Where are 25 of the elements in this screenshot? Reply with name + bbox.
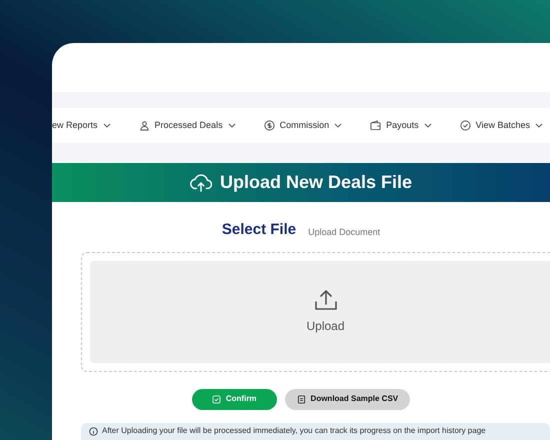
upload-icon: [314, 288, 338, 310]
section-subtitle: Upload Document: [308, 226, 380, 239]
caret-icon: [535, 123, 543, 128]
upload-label: Upload: [306, 318, 345, 334]
nav-menu-item[interactable]: Payouts: [370, 118, 432, 132]
download-sample-button[interactable]: Download Sample CSV: [284, 388, 410, 410]
check-square-icon: [212, 394, 221, 404]
info-icon: [89, 426, 98, 436]
info-text: After Uploading your file will be processed immediately, you can track its progress on the import history page: [102, 426, 486, 436]
caret-icon: [334, 123, 342, 128]
check-circle-icon: [460, 120, 471, 131]
section-title: Select File: [222, 220, 296, 240]
caret-icon: [228, 123, 236, 128]
caret-icon: [102, 123, 111, 128]
banner-title: Upload New Deals File: [220, 171, 412, 194]
caret-icon: [424, 123, 432, 128]
coin-icon: [264, 120, 275, 131]
cloud-upload-icon: [190, 172, 212, 192]
wallet-icon: [370, 120, 382, 131]
drop-zone[interactable]: Upload: [90, 260, 550, 362]
nav-menu-item[interactable]: ew Reports: [52, 118, 111, 132]
nav-menu-item[interactable]: View Batches: [460, 118, 543, 132]
nav-menu-item[interactable]: Processed Deals: [138, 118, 236, 132]
document-icon: [296, 394, 306, 404]
nav-menu-item[interactable]: Commission: [264, 118, 342, 132]
